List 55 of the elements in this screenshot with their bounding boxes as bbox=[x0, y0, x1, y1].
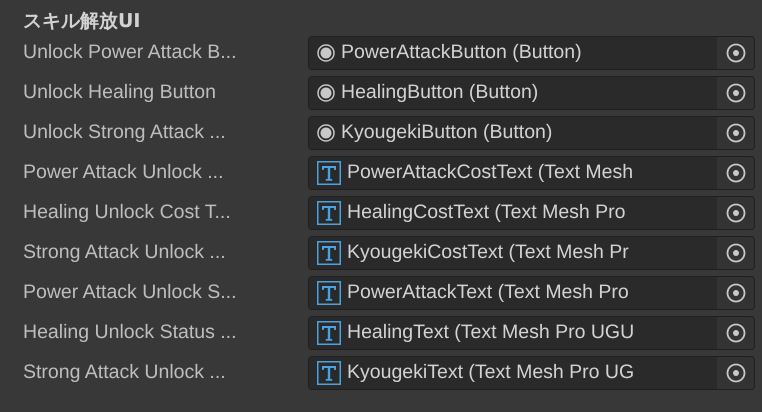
object-field[interactable]: PowerAttackButton (Button) bbox=[308, 36, 755, 70]
field-label: Unlock Strong Attack ... bbox=[23, 120, 227, 146]
section-title: スキル解放UI bbox=[23, 9, 142, 34]
field-label: Unlock Healing Button bbox=[23, 80, 217, 106]
field-label: Unlock Power Attack B... bbox=[23, 40, 238, 66]
target-icon bbox=[726, 203, 746, 223]
field-value: HealingButton (Button) bbox=[341, 80, 538, 106]
target-icon bbox=[726, 283, 746, 303]
field-label: Healing Unlock Cost T... bbox=[23, 200, 232, 226]
object-picker-button[interactable] bbox=[717, 157, 754, 189]
text-component-icon bbox=[317, 201, 341, 225]
object-field[interactable]: HealingText (Text Mesh Pro UGU bbox=[308, 316, 755, 350]
field-label: Power Attack Unlock ... bbox=[23, 160, 224, 186]
object-picker-button[interactable] bbox=[717, 117, 754, 149]
field-value: KyougekiText (Text Mesh Pro UG bbox=[347, 360, 634, 386]
object-picker-button[interactable] bbox=[717, 37, 754, 69]
field-label: Healing Unlock Status ... bbox=[23, 320, 238, 346]
object-field[interactable]: KyougekiButton (Button) bbox=[308, 116, 755, 150]
field-label: Power Attack Unlock S... bbox=[23, 280, 238, 306]
target-icon bbox=[726, 363, 746, 383]
field-value: KyougekiCostText (Text Mesh Pr bbox=[347, 240, 629, 266]
target-icon bbox=[726, 243, 746, 263]
object-picker-button[interactable] bbox=[717, 317, 754, 349]
object-field[interactable]: KyougekiText (Text Mesh Pro UG bbox=[308, 356, 755, 390]
text-component-icon bbox=[317, 241, 341, 265]
field-value: HealingText (Text Mesh Pro UGU bbox=[347, 320, 634, 346]
field-value: PowerAttackCostText (Text Mesh bbox=[347, 160, 634, 186]
target-icon bbox=[726, 43, 746, 63]
field-label: Strong Attack Unlock ... bbox=[23, 360, 227, 386]
object-picker-button[interactable] bbox=[717, 77, 754, 109]
button-component-icon bbox=[317, 44, 335, 62]
target-icon bbox=[726, 323, 746, 343]
text-component-icon bbox=[317, 361, 341, 385]
field-value: HealingCostText (Text Mesh Pro bbox=[347, 200, 626, 226]
text-component-icon bbox=[317, 161, 341, 185]
object-field[interactable]: KyougekiCostText (Text Mesh Pr bbox=[308, 236, 755, 270]
field-value: KyougekiButton (Button) bbox=[341, 120, 552, 146]
object-picker-button[interactable] bbox=[717, 237, 754, 269]
field-value: PowerAttackButton (Button) bbox=[341, 40, 582, 66]
target-icon bbox=[726, 83, 746, 103]
target-icon bbox=[726, 163, 746, 183]
button-component-icon bbox=[317, 84, 335, 102]
object-field[interactable]: HealingButton (Button) bbox=[308, 76, 755, 110]
text-component-icon bbox=[317, 321, 341, 345]
object-picker-button[interactable] bbox=[717, 357, 754, 389]
object-field[interactable]: HealingCostText (Text Mesh Pro bbox=[308, 196, 755, 230]
button-component-icon bbox=[317, 124, 335, 142]
target-icon bbox=[726, 123, 746, 143]
field-value: PowerAttackText (Text Mesh Pro bbox=[347, 280, 629, 306]
object-field[interactable]: PowerAttackCostText (Text Mesh bbox=[308, 156, 755, 190]
object-field[interactable]: PowerAttackText (Text Mesh Pro bbox=[308, 276, 755, 310]
text-component-icon bbox=[317, 281, 341, 305]
field-label: Strong Attack Unlock ... bbox=[23, 240, 227, 266]
object-picker-button[interactable] bbox=[717, 197, 754, 229]
object-picker-button[interactable] bbox=[717, 277, 754, 309]
